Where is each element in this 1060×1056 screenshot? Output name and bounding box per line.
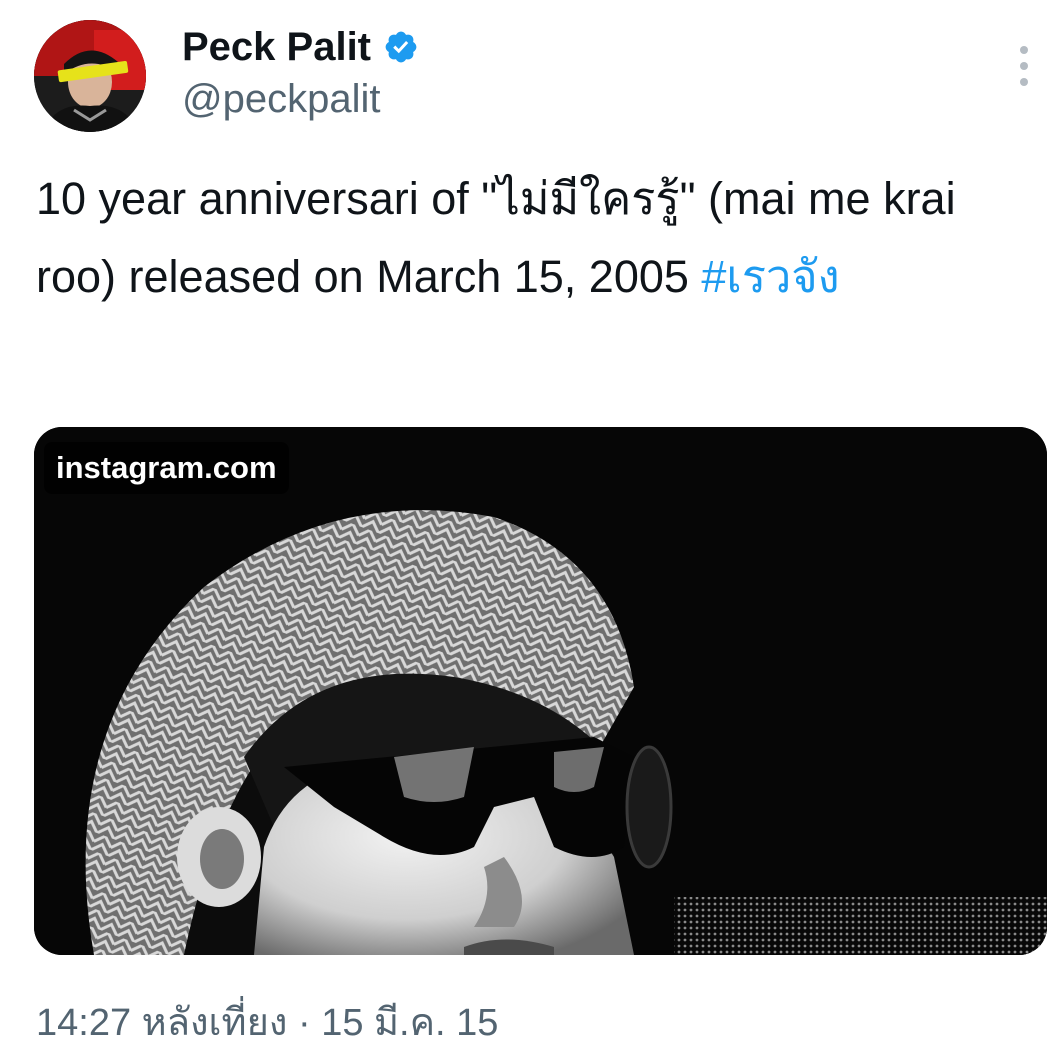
more-vertical-icon[interactable] [1010, 42, 1038, 90]
timestamp[interactable]: 14:27 หลังเที่ยง · 15 มี.ค. 15 [36, 1000, 498, 1046]
author-handle[interactable]: @peckpalit [182, 76, 380, 122]
display-name[interactable]: Peck Palit [182, 24, 371, 70]
avatar[interactable] [34, 20, 146, 132]
media-card[interactable] [34, 427, 1047, 955]
author-name-row[interactable]: Peck Palit [182, 24, 419, 70]
tweet-text: 10 year anniversari of "ไม่มีใครรู้" (ma… [36, 160, 1026, 316]
photo-icon [34, 427, 1047, 955]
timestamp-time[interactable]: 14:27 หลังเที่ยง [36, 1002, 287, 1044]
hashtag-link[interactable]: #เรวจัง [701, 251, 839, 302]
verified-badge-icon [383, 29, 419, 65]
media-domain-badge: instagram.com [44, 442, 289, 494]
avatar-photo-icon [34, 20, 146, 132]
timestamp-date[interactable]: 15 มี.ค. 15 [321, 1002, 498, 1044]
timestamp-separator: · [297, 1002, 311, 1044]
tweet: Peck Palit @peckpalit 10 year anniversar… [0, 0, 1060, 1056]
